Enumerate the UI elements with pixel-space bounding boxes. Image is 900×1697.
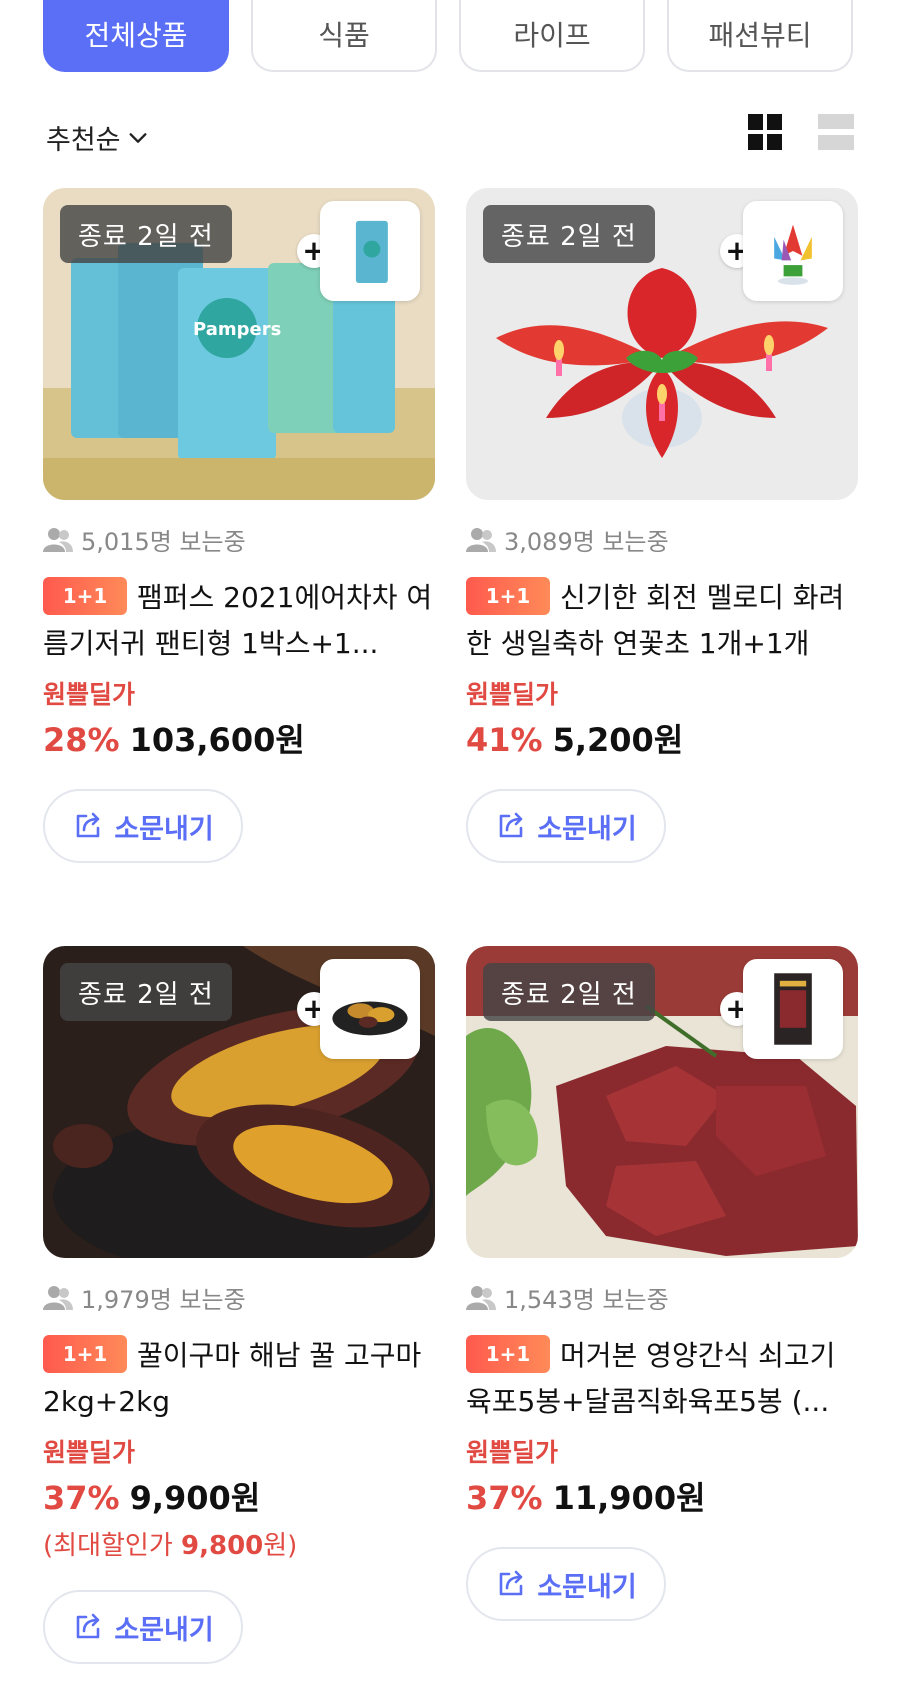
- discount-rate: 41%: [466, 721, 543, 759]
- sort-label: 추천순: [46, 125, 121, 156]
- sale-price: 11,900원: [552, 1479, 706, 1517]
- viewer-count: 1,979명 보는중: [43, 1280, 435, 1315]
- share-icon: [77, 812, 100, 838]
- price-row: 37% 9,900원: [43, 1473, 435, 1519]
- chevron-down-icon: [129, 132, 147, 143]
- share-label: 소문내기: [114, 1614, 214, 1646]
- sort-dropdown[interactable]: 추천순: [46, 118, 149, 157]
- deal-price-label: 원쁠딜가: [466, 1438, 559, 1467]
- option-thumbnail[interactable]: [320, 959, 420, 1059]
- option-thumbnail[interactable]: [320, 201, 420, 301]
- max-discount-suffix: 원): [263, 1531, 298, 1561]
- product-title[interactable]: 1+1 머거본 영양간식 쇠고기 육포5봉+달콤직화육포5봉 (...: [466, 1333, 858, 1425]
- one-plus-one-badge: 1+1: [466, 577, 550, 615]
- product-card-beef-jerky[interactable]: 종료 2일 전 + 1,543명 보는중 1+1 머거본 영양간식 쇠고기 육포5…: [466, 946, 858, 1621]
- people-icon: [466, 527, 496, 552]
- price-row: 28% 103,600원: [43, 715, 435, 761]
- share-button[interactable]: 소문내기: [466, 1547, 666, 1621]
- product-title[interactable]: 1+1 팸퍼스 2021에어차차 여름기저귀 팬티형 1박스+1...: [43, 575, 435, 667]
- sale-price: 103,600원: [129, 721, 305, 759]
- share-icon: [500, 1570, 523, 1596]
- people-icon: [43, 527, 73, 552]
- max-discount-value: 9,800: [181, 1531, 264, 1561]
- one-plus-one-badge: 1+1: [466, 1335, 550, 1373]
- grid-view-icon[interactable]: [748, 114, 782, 150]
- deal-ends-badge: 종료 2일 전: [483, 963, 655, 1021]
- product-card-pampers[interactable]: Pampers 종료 2일 전 + 5,015명 보는중 1+1 팸퍼스 2021…: [43, 188, 435, 863]
- option-thumbnail[interactable]: [743, 201, 843, 301]
- price-row: 37% 11,900원: [466, 1473, 858, 1519]
- share-button[interactable]: 소문내기: [466, 789, 666, 863]
- tab-fashion-beauty[interactable]: 패션뷰티: [667, 0, 853, 72]
- category-tabs: 전체상품 식품 라이프 패션뷰티: [43, 0, 858, 72]
- viewer-count-text: 1,979명 보는중: [81, 1286, 246, 1314]
- share-button[interactable]: 소문내기: [43, 1590, 243, 1664]
- tab-life[interactable]: 라이프: [459, 0, 645, 72]
- share-icon: [500, 812, 523, 838]
- max-discount-prefix: (최대할인가: [43, 1531, 182, 1561]
- viewer-count: 1,543명 보는중: [466, 1280, 858, 1315]
- viewer-count-text: 5,015명 보는중: [81, 528, 246, 556]
- max-discount-price: (최대할인가 9,800원): [43, 1525, 435, 1562]
- viewer-count: 3,089명 보는중: [466, 522, 858, 557]
- discount-rate: 37%: [466, 1479, 543, 1517]
- one-plus-one-badge: 1+1: [43, 577, 127, 615]
- one-plus-one-badge: 1+1: [43, 1335, 127, 1373]
- product-card-lotus-candle[interactable]: 종료 2일 전 + 3,089명 보는중 1+1 신기한 회전 멜로디 화려한 생…: [466, 188, 858, 863]
- share-label: 소문내기: [537, 813, 637, 845]
- viewer-count: 5,015명 보는중: [43, 522, 435, 557]
- share-icon: [77, 1613, 100, 1639]
- product-image[interactable]: 종료 2일 전 +: [43, 946, 435, 1258]
- product-title[interactable]: 1+1 꿀이구마 해남 꿀 고구마 2kg+2kg: [43, 1333, 435, 1425]
- deal-price-label: 원쁠딜가: [466, 680, 559, 709]
- share-label: 소문내기: [114, 813, 214, 845]
- people-icon: [466, 1285, 496, 1310]
- tab-food[interactable]: 식품: [251, 0, 437, 72]
- list-view-icon[interactable]: [818, 114, 854, 150]
- sale-price: 9,900원: [129, 1479, 261, 1517]
- product-image[interactable]: 종료 2일 전 +: [466, 188, 858, 500]
- deal-ends-badge: 종료 2일 전: [60, 963, 232, 1021]
- share-label: 소문내기: [537, 1571, 637, 1603]
- option-thumbnail[interactable]: [743, 959, 843, 1059]
- product-image[interactable]: 종료 2일 전 +: [466, 946, 858, 1258]
- svg-text:Pampers: Pampers: [193, 319, 281, 340]
- product-title[interactable]: 1+1 신기한 회전 멜로디 화려한 생일축하 연꽃초 1개+1개: [466, 575, 858, 667]
- tab-all-products[interactable]: 전체상품: [43, 0, 229, 72]
- deal-ends-badge: 종료 2일 전: [483, 205, 655, 263]
- discount-rate: 37%: [43, 1479, 120, 1517]
- people-icon: [43, 1285, 73, 1310]
- discount-rate: 28%: [43, 721, 120, 759]
- deal-ends-badge: 종료 2일 전: [60, 205, 232, 263]
- price-row: 41% 5,200원: [466, 715, 858, 761]
- product-card-sweet-potato[interactable]: 종료 2일 전 + 1,979명 보는중 1+1 꿀이구마 해남 꿀 고구마 2k…: [43, 946, 435, 1664]
- share-button[interactable]: 소문내기: [43, 789, 243, 863]
- deal-price-label: 원쁠딜가: [43, 680, 136, 709]
- deal-price-label: 원쁠딜가: [43, 1438, 136, 1467]
- product-image[interactable]: Pampers 종료 2일 전 +: [43, 188, 435, 500]
- viewer-count-text: 3,089명 보는중: [504, 528, 669, 556]
- viewer-count-text: 1,543명 보는중: [504, 1286, 669, 1314]
- sale-price: 5,200원: [552, 721, 684, 759]
